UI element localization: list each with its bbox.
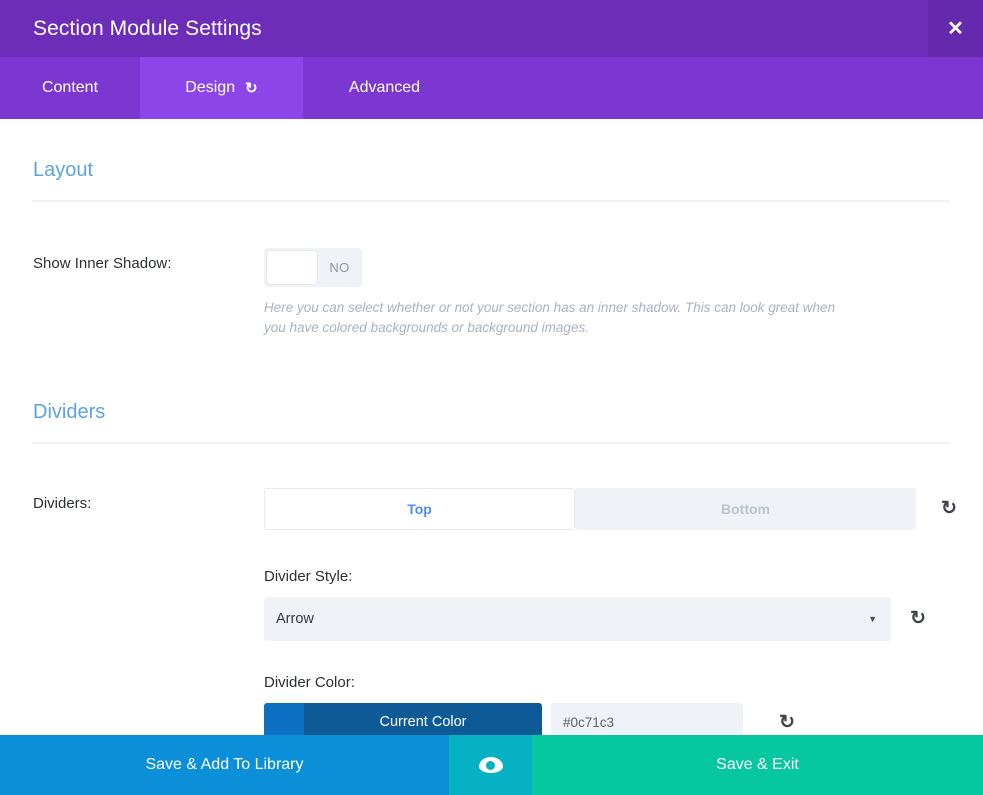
- dividers-label: Dividers:: [33, 494, 92, 512]
- modal-footer: Save & Add To Library Save & Exit: [0, 735, 983, 795]
- save-add-to-library-button[interactable]: Save & Add To Library: [0, 735, 449, 795]
- tab-content-label: Content: [41, 79, 99, 96]
- settings-body: Layout Show Inner Shadow: NO Here you ca…: [0, 119, 983, 795]
- divider-color-reset-icon[interactable]: ↺: [772, 707, 802, 737]
- dividers-section-divider: [32, 441, 950, 444]
- tab-design-label: Design: [185, 79, 236, 96]
- segment-top-label: Top: [407, 500, 432, 517]
- divider-style-select[interactable]: Arrow ▼: [264, 596, 891, 641]
- tab-advanced[interactable]: Advanced: [303, 57, 466, 119]
- inner-shadow-toggle[interactable]: NO: [264, 248, 362, 287]
- divider-color-field: Divider Color: Current Color ↺: [264, 674, 983, 742]
- toggle-state-label: NO: [329, 260, 350, 275]
- close-button[interactable]: ✕: [928, 0, 983, 57]
- save-exit-button[interactable]: Save & Exit: [532, 735, 983, 795]
- divider-style-reset-icon[interactable]: ↺: [903, 604, 933, 634]
- page-title: Section Module Settings: [33, 16, 262, 40]
- save-exit-label: Save & Exit: [716, 756, 799, 773]
- segment-top[interactable]: Top: [264, 487, 575, 530]
- dividers-section-title: Dividers: [33, 400, 106, 423]
- divider-color-label: Divider Color:: [264, 673, 355, 691]
- save-add-to-library-label: Save & Add To Library: [145, 756, 304, 773]
- divider-style-value: Arrow: [276, 610, 314, 627]
- preview-button[interactable]: [449, 735, 532, 795]
- layout-section-title: Layout: [33, 159, 94, 181]
- tab-design[interactable]: Design ↺: [140, 57, 303, 119]
- dividers-section: Dividers Dividers: Top Bottom ↺ Divider …: [0, 338, 983, 794]
- divider-style-label: Divider Style:: [264, 567, 353, 585]
- divider-style-field: Divider Style: Arrow ▼ ↺: [264, 568, 983, 641]
- toggle-knob: [267, 251, 317, 284]
- dividers-reset-icon[interactable]: ↺: [934, 494, 964, 524]
- section-module-settings-modal: Section Module Settings ✕ Content Design…: [0, 0, 983, 795]
- tab-content[interactable]: Content: [0, 57, 140, 119]
- eye-icon: [478, 757, 503, 773]
- chevron-down-icon: ▼: [868, 613, 877, 624]
- reset-icon[interactable]: ↺: [245, 79, 258, 97]
- inner-shadow-row: Show Inner Shadow: NO Here you can selec…: [0, 248, 983, 338]
- inner-shadow-label: Show Inner Shadow:: [33, 255, 172, 272]
- close-icon: ✕: [947, 17, 964, 40]
- layout-section-divider: [32, 200, 950, 202]
- segment-bottom[interactable]: Bottom: [575, 487, 916, 530]
- modal-header: Section Module Settings ✕: [0, 0, 983, 57]
- tab-advanced-label: Advanced: [348, 79, 421, 96]
- inner-shadow-help-text: Here you can select whether or not your …: [264, 300, 836, 335]
- segment-bottom-label: Bottom: [721, 500, 770, 517]
- tab-bar: Content Design ↺ Advanced: [0, 57, 983, 119]
- layout-section: Layout Show Inner Shadow: NO Here you ca…: [0, 119, 983, 338]
- divider-position-segmented: Top Bottom ↺: [264, 487, 983, 530]
